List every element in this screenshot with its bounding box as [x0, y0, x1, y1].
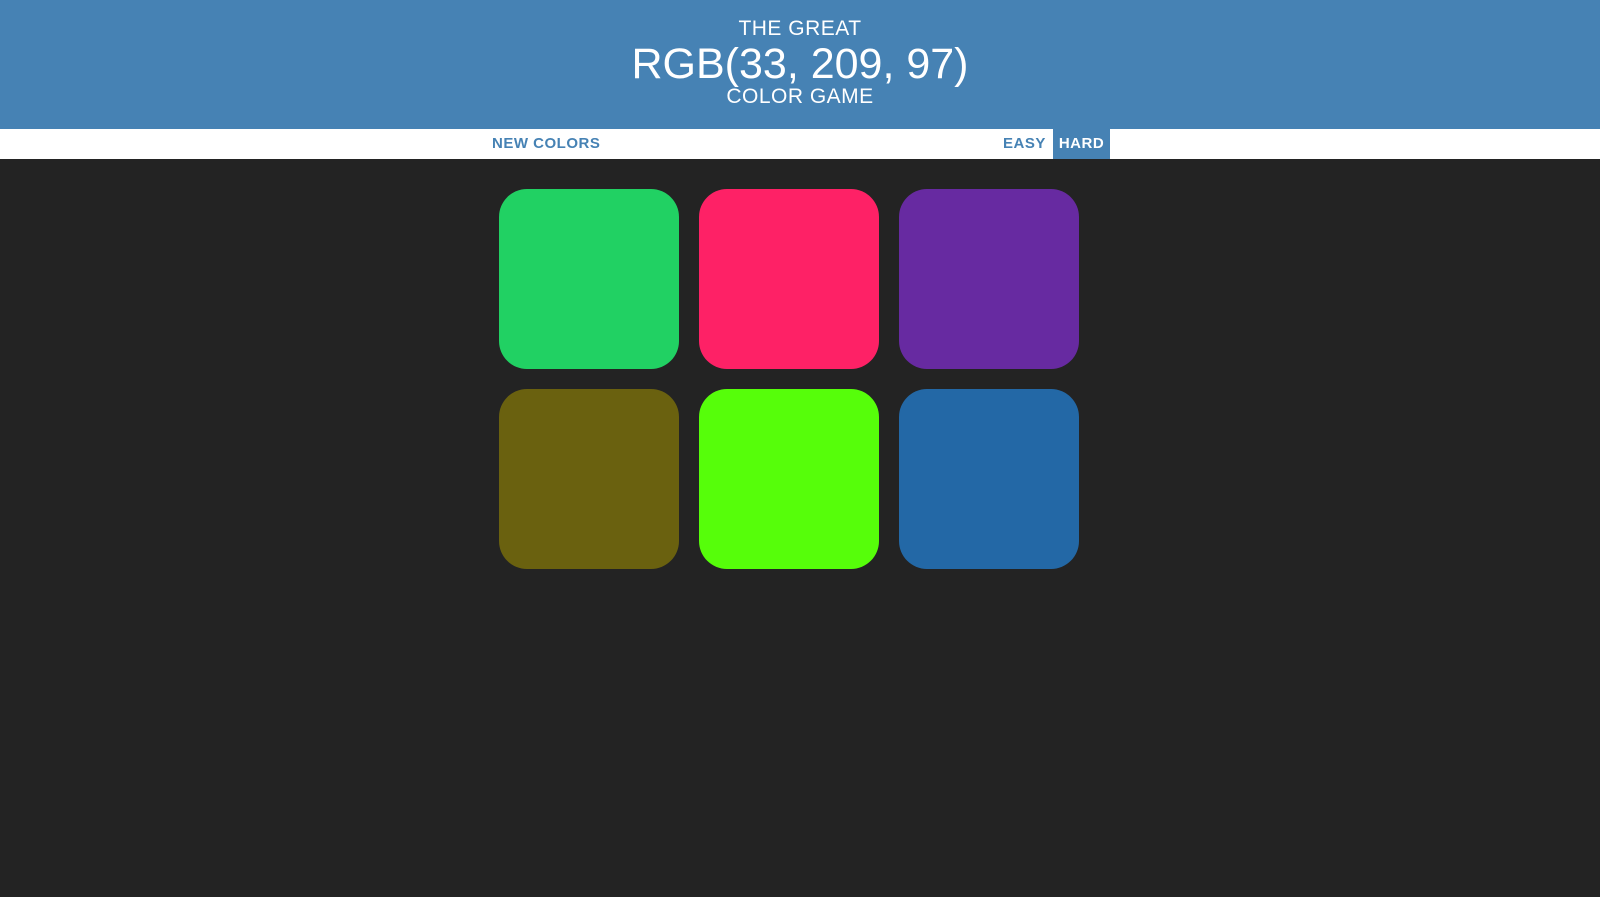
title-line-color-game: COLOR GAME [726, 85, 874, 108]
control-bar: NEW COLORS EASY HARD [0, 129, 1600, 159]
easy-mode-button[interactable]: EASY [997, 129, 1052, 159]
target-color-display: RGB(33, 209, 97) [631, 40, 969, 88]
color-square-2[interactable] [699, 189, 879, 369]
color-square-6[interactable] [899, 389, 1079, 569]
color-square-1[interactable] [499, 189, 679, 369]
color-square-4[interactable] [499, 389, 679, 569]
color-square-5[interactable] [699, 389, 879, 569]
new-colors-button[interactable]: NEW COLORS [486, 129, 606, 159]
game-header: THE GREAT RGB(33, 209, 97) COLOR GAME [0, 0, 1600, 129]
hard-mode-button[interactable]: HARD [1053, 129, 1110, 159]
color-square-3[interactable] [899, 189, 1079, 369]
